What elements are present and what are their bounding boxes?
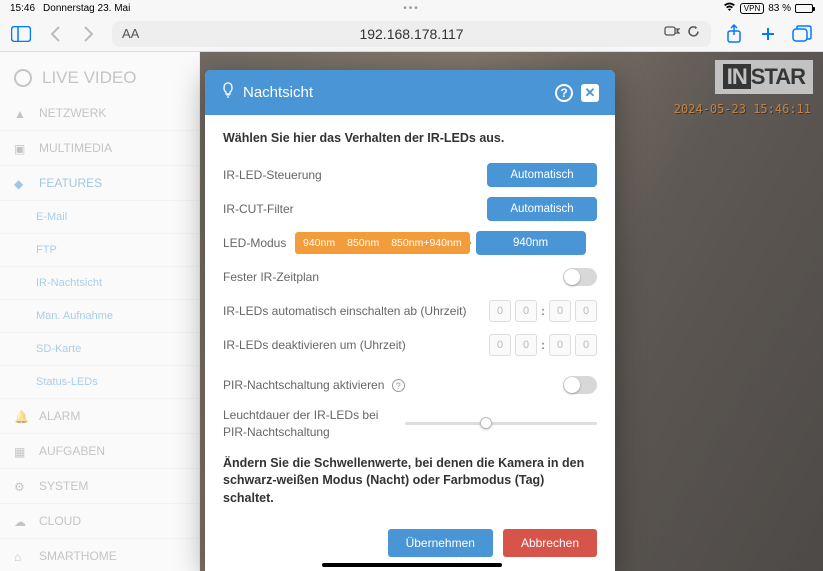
sidebar-item-smarthome[interactable]: ⌂SMARTHOME <box>0 539 199 571</box>
status-date: Donnerstag 23. Mai <box>43 3 130 14</box>
bulb-icon <box>221 82 235 103</box>
status-bar: 15:46 Donnerstag 23. Mai ••• VPN 83 % <box>0 0 823 16</box>
forward-icon[interactable] <box>78 23 100 45</box>
sidebar-toggle-icon[interactable] <box>10 23 32 45</box>
home-indicator[interactable] <box>322 563 502 567</box>
browser-toolbar: AA 192.168.178.117 <box>0 16 823 52</box>
close-icon[interactable]: ✕ <box>581 84 599 102</box>
url-bar[interactable]: AA 192.168.178.117 <box>112 21 711 47</box>
help-icon[interactable]: ? <box>555 84 573 102</box>
url-text: 192.168.178.117 <box>359 26 463 42</box>
sidebar-item-netzwerk[interactable]: ▲NETZWERK <box>0 96 199 131</box>
nachtsicht-modal: Nachtsicht ? ✕ Wählen Sie hier das Verha… <box>205 70 615 571</box>
battery-pct: 83 % <box>768 3 791 14</box>
sidebar-item-cloud[interactable]: ☁CLOUD <box>0 504 199 539</box>
modal-title: Nachtsicht <box>243 84 547 101</box>
sidebar-item-ftp[interactable]: FTP <box>0 234 199 267</box>
new-tab-icon[interactable] <box>757 23 779 45</box>
modal-intro: Wählen Sie hier das Verhalten der IR-LED… <box>223 131 597 145</box>
ir-cut-select[interactable]: Automatisch <box>487 197 597 221</box>
auto-off-label: IR-LEDs deaktivieren um (Uhrzeit) <box>223 338 489 352</box>
sidebar-item-features[interactable]: ◆FEATURES <box>0 166 199 201</box>
back-icon[interactable] <box>44 23 66 45</box>
apply-button[interactable]: Übernehmen <box>388 529 493 557</box>
sidebar-title[interactable]: LIVE VIDEO <box>0 60 199 96</box>
battery-icon <box>795 4 813 13</box>
smarthome-icon: ⌂ <box>14 550 27 563</box>
multimedia-icon: ▣ <box>14 142 27 155</box>
threshold-text: Ändern Sie die Schwellenwerte, bei denen… <box>223 455 597 508</box>
alarm-icon: 🔔 <box>14 410 27 423</box>
auto-on-label: IR-LEDs automatisch einschalten ab (Uhrz… <box>223 304 489 318</box>
status-dots: ••• <box>278 3 546 14</box>
extension-icon[interactable] <box>664 24 680 44</box>
wifi-icon <box>723 2 736 15</box>
info-icon[interactable]: ? <box>392 379 405 392</box>
tasks-icon: ▦ <box>14 445 27 458</box>
pir-label: PIR-Nachtschaltung aktivieren ? <box>223 378 563 393</box>
sidebar-item-aufgaben[interactable]: ▦AUFGABEN <box>0 434 199 469</box>
record-icon <box>14 69 32 87</box>
sidebar-item-aufnahme[interactable]: Man. Aufnahme <box>0 300 199 333</box>
sidebar-item-system[interactable]: ⚙SYSTEM <box>0 469 199 504</box>
auto-on-time[interactable]: 0 0 : 0 0 <box>489 300 597 322</box>
led-mode-label: LED-Modus <box>223 236 295 250</box>
app-sidebar: LIVE VIDEO ▲NETZWERK ▣MULTIMEDIA ◆FEATUR… <box>0 52 200 571</box>
cancel-button[interactable]: Abbrechen <box>503 529 597 557</box>
ir-cut-label: IR-CUT-Filter <box>223 202 487 216</box>
pir-duration-label: Leuchtdauer der IR-LEDs bei PIR-Nachtsch… <box>223 407 393 441</box>
pir-toggle[interactable] <box>563 376 597 394</box>
sidebar-item-multimedia[interactable]: ▣MULTIMEDIA <box>0 131 199 166</box>
auto-off-time[interactable]: 0 0 : 0 0 <box>489 334 597 356</box>
ir-led-select[interactable]: Automatisch <box>487 163 597 187</box>
ir-led-label: IR-LED-Steuerung <box>223 168 487 182</box>
sidebar-item-nachtsicht[interactable]: IR-Nachtsicht <box>0 267 199 300</box>
fixed-schedule-label: Fester IR-Zeitplan <box>223 270 563 284</box>
led-mode-tooltip: 940nm 850nm 850nm+940nm <box>295 232 470 254</box>
share-icon[interactable] <box>723 23 745 45</box>
sidebar-item-sdkarte[interactable]: SD-Karte <box>0 333 199 366</box>
network-icon: ▲ <box>14 107 27 120</box>
pir-duration-slider[interactable] <box>405 422 597 425</box>
sidebar-item-email[interactable]: E-Mail <box>0 201 199 234</box>
tabs-icon[interactable] <box>791 23 813 45</box>
fixed-schedule-toggle[interactable] <box>563 268 597 286</box>
sidebar-item-statusleds[interactable]: Status-LEDs <box>0 366 199 399</box>
sidebar-item-alarm[interactable]: 🔔ALARM <box>0 399 199 434</box>
status-time: 15:46 <box>10 3 35 14</box>
modal-header: Nachtsicht ? ✕ <box>205 70 615 115</box>
cloud-icon: ☁ <box>14 515 27 528</box>
vpn-badge: VPN <box>740 3 764 14</box>
text-size-icon[interactable]: AA <box>122 26 139 41</box>
reload-icon[interactable] <box>686 24 701 44</box>
features-icon: ◆ <box>14 177 27 190</box>
system-icon: ⚙ <box>14 480 27 493</box>
led-mode-select[interactable]: 940nm <box>476 231 586 255</box>
